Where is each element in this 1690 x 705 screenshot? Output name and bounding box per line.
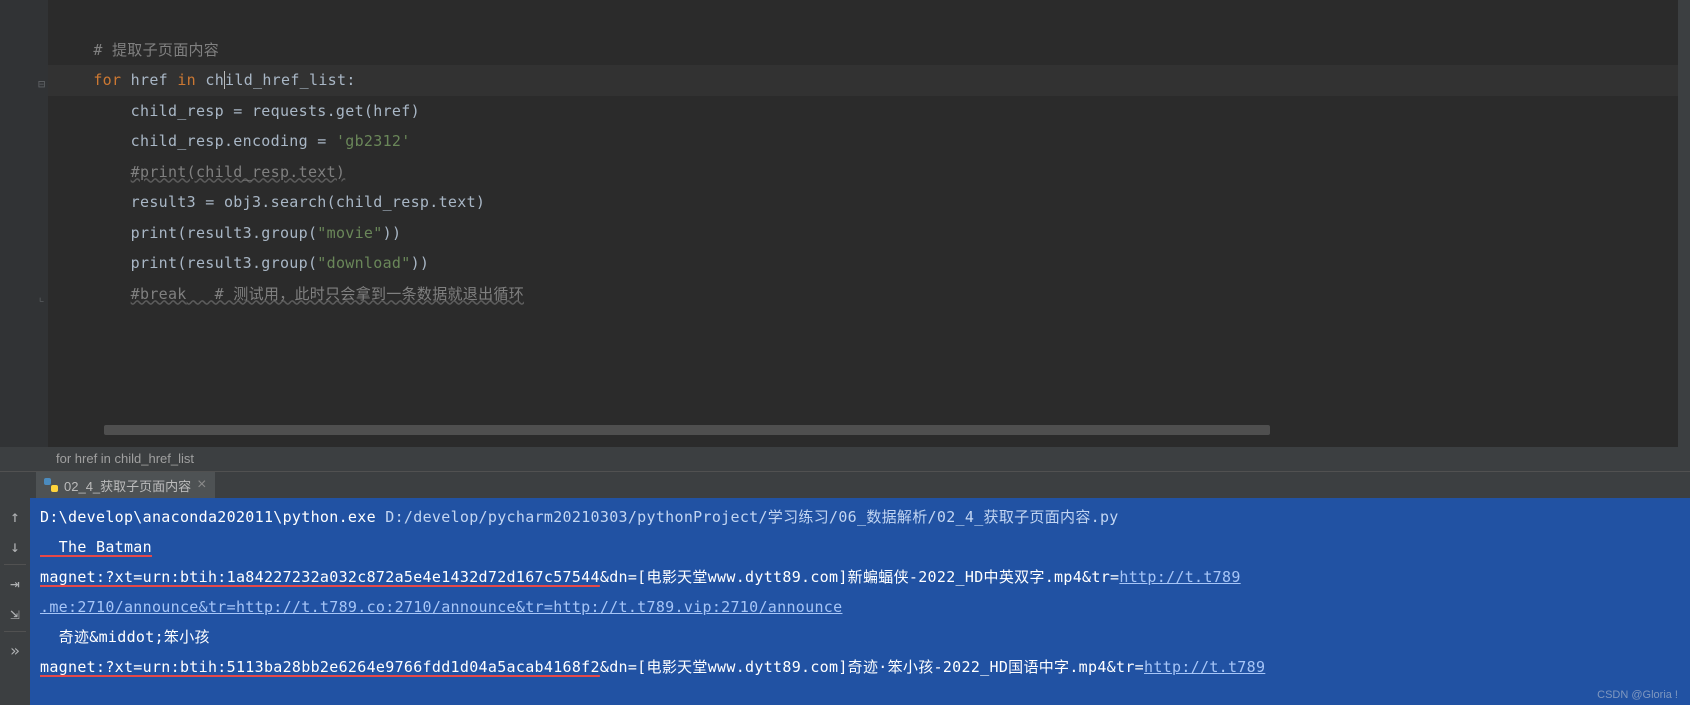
code-content[interactable]: # 提取子页面内容 for href in child_href_list: c…: [48, 0, 1690, 447]
breadcrumb: for href in child_href_list: [0, 447, 1690, 471]
separator: [4, 631, 26, 632]
horizontal-scrollbar[interactable]: [104, 425, 1270, 435]
console-magnet-2: magnet:?xt=urn:btih:5113ba28bb2e6264e976…: [40, 658, 600, 676]
fold-marker-start[interactable]: ⊟: [38, 77, 48, 87]
console-output[interactable]: D:\develop\anaconda202011\python.exe D:/…: [30, 498, 1690, 705]
close-icon[interactable]: ×: [197, 476, 206, 494]
console-tracker-link-2[interactable]: http://t.t789: [1144, 658, 1265, 676]
console-movie-1: The Batman: [40, 538, 152, 556]
watermark: CSDN @Gloria !: [1597, 689, 1678, 701]
console-tracker-link-cont[interactable]: .me:2710/announce&tr=http://t.t789.co:27…: [40, 598, 842, 616]
run-tab-label: 02_4_获取子页面内容: [64, 476, 191, 495]
more-icon[interactable]: »: [3, 638, 27, 662]
console-script-path[interactable]: D:/develop/pycharm20210303/pythonProject…: [385, 508, 1118, 526]
commented-print: #print(child_resp.text): [131, 163, 346, 181]
console-exe-path: D:\develop\anaconda202011\python.exe: [40, 508, 385, 526]
export-icon[interactable]: ⇲: [3, 601, 27, 625]
console-movie-2: 奇迹&middot;笨小孩: [40, 628, 210, 646]
python-icon: [44, 478, 58, 492]
run-tab[interactable]: 02_4_获取子页面内容 ×: [36, 472, 215, 498]
console-tracker-link[interactable]: http://t.t789: [1119, 568, 1240, 586]
fold-marker-end[interactable]: ⌞: [38, 290, 48, 300]
run-tab-bar: 02_4_获取子页面内容 ×: [0, 472, 1690, 498]
code-comment: # 提取子页面内容: [93, 41, 219, 59]
vertical-scrollbar[interactable]: [1678, 0, 1690, 447]
down-icon[interactable]: ↓: [3, 534, 27, 558]
code-line-for[interactable]: for href in child_href_list:: [48, 65, 1690, 96]
console-toolbar: ↑ ↓ ⇥ ⇲ »: [0, 498, 30, 705]
gutter: ⊟ ⌞: [0, 0, 48, 447]
up-icon[interactable]: ↑: [3, 504, 27, 528]
editor-area[interactable]: ⊟ ⌞ # 提取子页面内容 for href in child_href_lis…: [0, 0, 1690, 447]
wrap-icon[interactable]: ⇥: [3, 571, 27, 595]
separator: [4, 564, 26, 565]
console-magnet-1: magnet:?xt=urn:btih:1a84227232a032c872a5…: [40, 568, 600, 586]
